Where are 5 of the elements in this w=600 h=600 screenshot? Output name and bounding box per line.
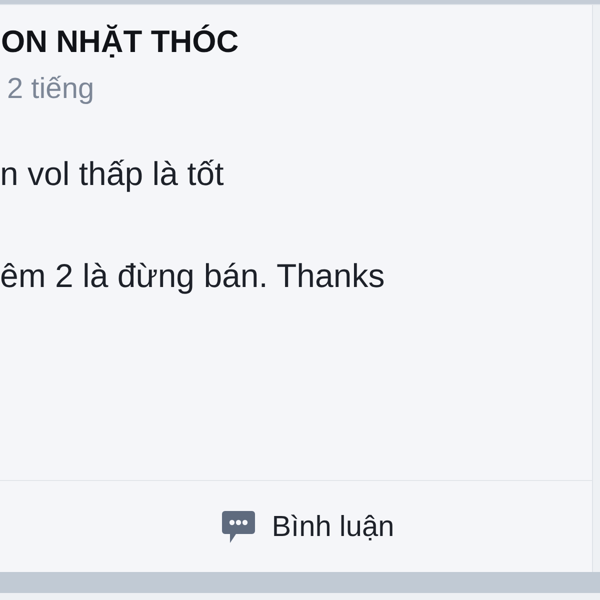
post-text: n vol thấp là tốt (0, 155, 224, 193)
author-name[interactable]: ON NHẶT THÓC (0, 24, 239, 60)
comment-button[interactable]: Bình luận (216, 506, 400, 548)
post-text: êm 2 là đừng bán. Thanks (0, 257, 385, 295)
speech-bubble-icon (222, 510, 255, 542)
